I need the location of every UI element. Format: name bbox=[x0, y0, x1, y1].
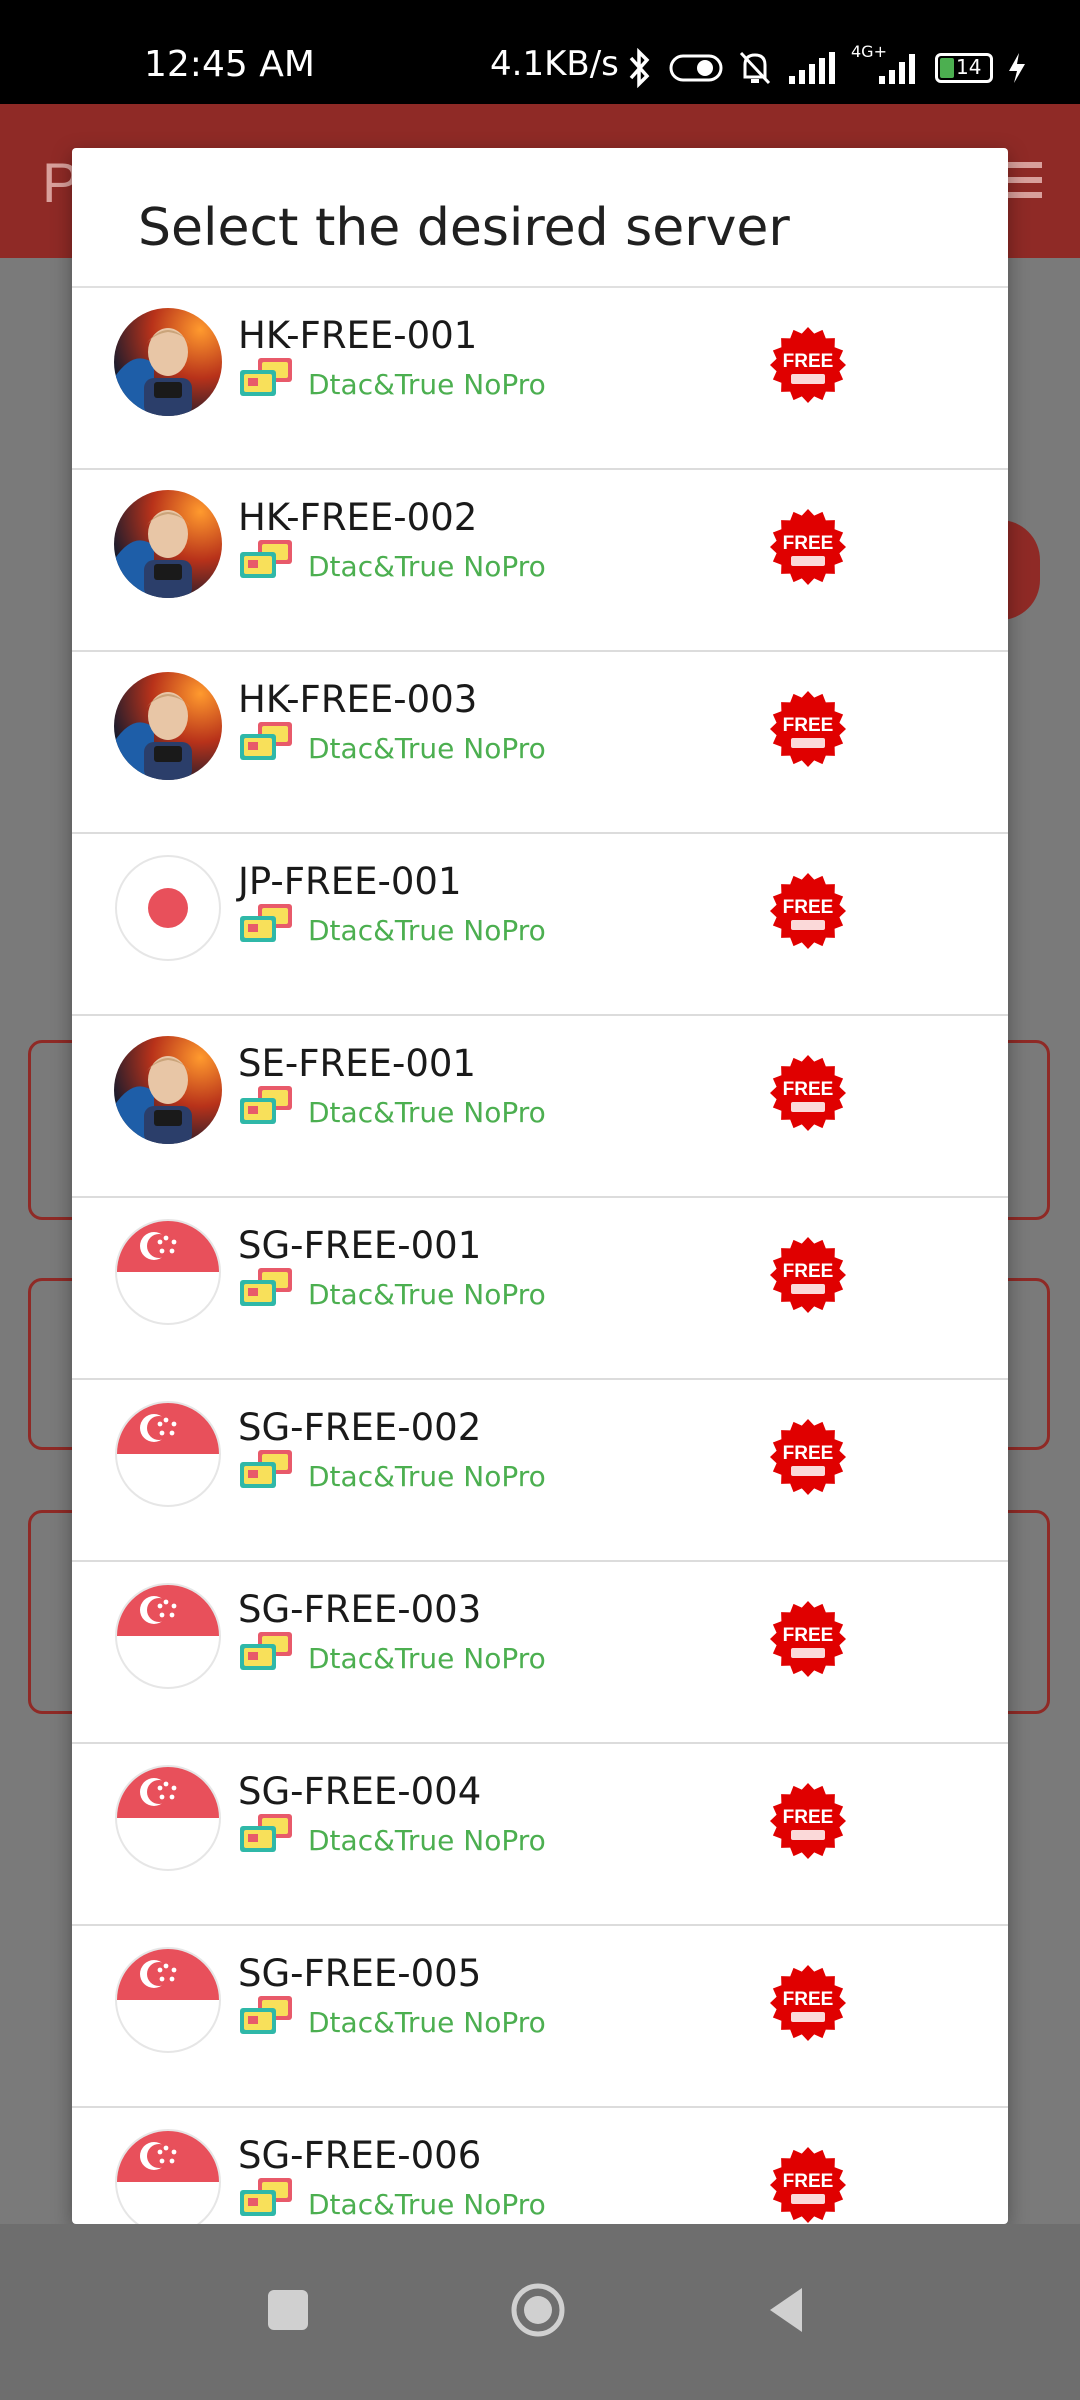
avatar-icon bbox=[114, 672, 222, 780]
avatar-icon bbox=[114, 1036, 222, 1144]
home-button[interactable] bbox=[508, 2280, 568, 2340]
server-row[interactable]: JP-FREE-001 Dtac&True NoPro FREE bbox=[72, 834, 1008, 1016]
status-icons: 4G+ 14 bbox=[625, 42, 1027, 88]
sim-card-icon bbox=[238, 1812, 296, 1856]
server-row[interactable]: SG-FREE-006 Dtac&True NoPro FREE bbox=[72, 2108, 1008, 2224]
server-row[interactable]: SG-FREE-001 Dtac&True NoPro FREE bbox=[72, 1198, 1008, 1380]
server-name: HK-FREE-002 bbox=[238, 496, 478, 539]
carrier-label: Dtac&True NoPro bbox=[308, 368, 546, 401]
free-badge-label: FREE bbox=[783, 533, 834, 554]
server-name: JP-FREE-001 bbox=[238, 860, 462, 903]
status-time: 12:45 AM bbox=[144, 44, 315, 85]
free-badge-label: FREE bbox=[783, 1989, 834, 2010]
singapore-flag-icon bbox=[114, 1582, 222, 1690]
server-name: SG-FREE-002 bbox=[238, 1406, 482, 1449]
free-badge-icon: FREE bbox=[769, 1782, 847, 1860]
free-badge-icon: FREE bbox=[769, 2146, 847, 2224]
server-name: HK-FREE-001 bbox=[238, 314, 478, 357]
free-badge-label: FREE bbox=[783, 1443, 834, 1464]
carrier-label: Dtac&True NoPro bbox=[308, 1824, 546, 1857]
sim-card-icon bbox=[238, 902, 296, 946]
server-row[interactable]: HK-FREE-003 Dtac&True NoPro FREE bbox=[72, 652, 1008, 834]
server-row[interactable]: SG-FREE-002 Dtac&True NoPro FREE bbox=[72, 1380, 1008, 1562]
carrier-label: Dtac&True NoPro bbox=[308, 1096, 546, 1129]
server-row[interactable]: HK-FREE-001 Dtac&True NoPro FREE bbox=[72, 288, 1008, 470]
battery-icon: 14 bbox=[935, 53, 993, 83]
carrier-label: Dtac&True NoPro bbox=[308, 1642, 546, 1675]
carrier-label: Dtac&True NoPro bbox=[308, 550, 546, 583]
carrier-label: Dtac&True NoPro bbox=[308, 914, 546, 947]
sim-card-icon bbox=[238, 1448, 296, 1492]
free-badge-icon: FREE bbox=[769, 690, 847, 768]
network-speed: 4.1KB/s bbox=[490, 44, 619, 84]
recents-button[interactable] bbox=[258, 2280, 318, 2340]
carrier-label: Dtac&True NoPro bbox=[308, 2188, 546, 2221]
sim-card-icon bbox=[238, 1994, 296, 2038]
singapore-flag-icon bbox=[114, 1218, 222, 1326]
server-name: SG-FREE-003 bbox=[238, 1588, 482, 1631]
back-button[interactable] bbox=[758, 2280, 818, 2340]
server-name: HK-FREE-003 bbox=[238, 678, 478, 721]
server-name: SG-FREE-001 bbox=[238, 1224, 482, 1267]
free-badge-icon: FREE bbox=[769, 1964, 847, 2042]
sim-card-icon bbox=[238, 2176, 296, 2220]
server-name: SG-FREE-005 bbox=[238, 1952, 482, 1995]
carrier-label: Dtac&True NoPro bbox=[308, 1460, 546, 1493]
sim-card-icon bbox=[238, 538, 296, 582]
carrier-label: Dtac&True NoPro bbox=[308, 1278, 546, 1311]
japan-flag-icon bbox=[114, 854, 222, 962]
server-name: SE-FREE-001 bbox=[238, 1042, 476, 1085]
free-badge-label: FREE bbox=[783, 715, 834, 736]
free-badge-label: FREE bbox=[783, 897, 834, 918]
server-select-dialog: Select the desired server HK-FREE-001 Dta… bbox=[72, 148, 1008, 2224]
free-badge-icon: FREE bbox=[769, 326, 847, 404]
screen: 12:45 AM 4.1KB/s 4G+ 14 P Select the des… bbox=[0, 0, 1080, 2400]
sim-card-icon bbox=[238, 720, 296, 764]
free-badge-label: FREE bbox=[783, 1625, 834, 1646]
signal-icon bbox=[789, 52, 835, 84]
singapore-flag-icon bbox=[114, 1946, 222, 2054]
dialog-title: Select the desired server bbox=[72, 148, 1008, 288]
toggle-icon bbox=[669, 54, 723, 82]
server-row[interactable]: SG-FREE-003 Dtac&True NoPro FREE bbox=[72, 1562, 1008, 1744]
bell-muted-icon bbox=[739, 51, 771, 85]
free-badge-icon: FREE bbox=[769, 508, 847, 586]
server-row[interactable]: HK-FREE-002 Dtac&True NoPro FREE bbox=[72, 470, 1008, 652]
free-badge-icon: FREE bbox=[769, 1054, 847, 1132]
sim-card-icon bbox=[238, 1266, 296, 1310]
free-badge-label: FREE bbox=[783, 351, 834, 372]
sim-card-icon bbox=[238, 1630, 296, 1674]
navigation-bar bbox=[0, 2224, 1080, 2400]
battery-level: 14 bbox=[956, 55, 982, 79]
charging-icon bbox=[1009, 53, 1025, 83]
free-badge-label: FREE bbox=[783, 2171, 834, 2192]
server-row[interactable]: SG-FREE-004 Dtac&True NoPro FREE bbox=[72, 1744, 1008, 1926]
avatar-icon bbox=[114, 490, 222, 598]
free-badge-icon: FREE bbox=[769, 872, 847, 950]
server-list[interactable]: HK-FREE-001 Dtac&True NoPro FREE HK-FREE-00… bbox=[72, 288, 1008, 2224]
bluetooth-icon bbox=[629, 48, 650, 88]
server-row[interactable]: SE-FREE-001 Dtac&True NoPro FREE bbox=[72, 1016, 1008, 1198]
server-name: SG-FREE-004 bbox=[238, 1770, 482, 1813]
carrier-label: Dtac&True NoPro bbox=[308, 2006, 546, 2039]
carrier-label: Dtac&True NoPro bbox=[308, 732, 546, 765]
status-bar: 12:45 AM 4.1KB/s 4G+ 14 bbox=[0, 0, 1080, 104]
free-badge-icon: FREE bbox=[769, 1418, 847, 1496]
sim-card-icon bbox=[238, 356, 296, 400]
singapore-flag-icon bbox=[114, 1400, 222, 1508]
free-badge-label: FREE bbox=[783, 1807, 834, 1828]
signal-4g-icon: 4G+ bbox=[851, 42, 921, 88]
free-badge-icon: FREE bbox=[769, 1236, 847, 1314]
free-badge-label: FREE bbox=[783, 1079, 834, 1100]
singapore-flag-icon bbox=[114, 2128, 222, 2224]
free-badge-label: FREE bbox=[783, 1261, 834, 1282]
sim-card-icon bbox=[238, 1084, 296, 1128]
avatar-icon bbox=[114, 308, 222, 416]
server-row[interactable]: SG-FREE-005 Dtac&True NoPro FREE bbox=[72, 1926, 1008, 2108]
server-name: SG-FREE-006 bbox=[238, 2134, 482, 2177]
free-badge-icon: FREE bbox=[769, 1600, 847, 1678]
singapore-flag-icon bbox=[114, 1764, 222, 1872]
